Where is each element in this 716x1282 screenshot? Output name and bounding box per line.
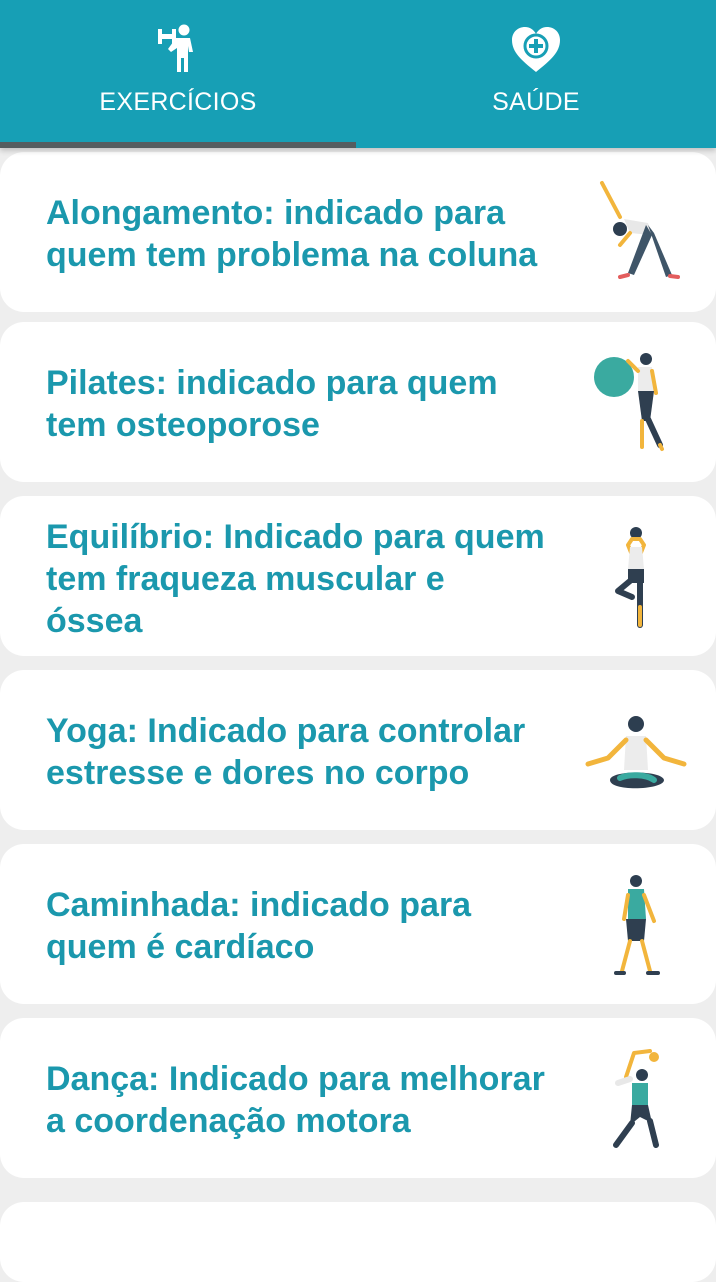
exercise-card-yoga[interactable]: Yoga: Indicado para controlar estresse e… (0, 670, 716, 830)
exercise-card-equilibrio[interactable]: Equilíbrio: Indicado para quem tem fraqu… (0, 496, 716, 656)
tab-saude[interactable]: SAÚDE (358, 0, 714, 148)
exercise-description: Dança: Indicado para melhorar a coordena… (46, 1060, 545, 1140)
tab-label: EXERCÍCIOS (99, 88, 257, 116)
pilates-ball-figure-icon (580, 346, 690, 456)
stretching-figure-icon (580, 176, 690, 286)
exercise-card-pilates[interactable]: Pilates: indicado para quem tem osteopor… (0, 322, 716, 482)
exercise-card-alongamento[interactable]: Alongamento: indicado para quem tem prob… (0, 152, 716, 312)
tab-exercicios[interactable]: EXERCÍCIOS (0, 0, 356, 148)
exercise-card-caminhada[interactable]: Caminhada: indicado para quem é cardíaco (0, 844, 716, 1004)
tab-label: SAÚDE (492, 88, 580, 116)
exercise-description: Equilíbrio: Indicado para quem tem fraqu… (46, 518, 545, 640)
meditation-figure-icon (584, 704, 688, 814)
exercise-description: Caminhada: indicado para quem é cardíaco (46, 886, 472, 966)
selected-tab-indicator (0, 142, 356, 148)
heart-plus-icon (511, 22, 561, 74)
dancing-figure-icon (580, 1044, 690, 1154)
exercise-description: Pilates: indicado para quem tem osteopor… (46, 364, 498, 444)
walking-figure-icon (580, 870, 690, 980)
tree-pose-figure-icon (580, 522, 690, 632)
exercise-card-danca[interactable]: Dança: Indicado para melhorar a coordena… (0, 1018, 716, 1178)
exercise-card-partial[interactable] (0, 1202, 716, 1282)
weightlifter-icon (158, 22, 198, 74)
tab-bar: EXERCÍCIOS SAÚDE (0, 0, 716, 148)
exercise-description: Alongamento: indicado para quem tem prob… (46, 194, 538, 274)
exercise-description: Yoga: Indicado para controlar estresse e… (46, 712, 526, 792)
